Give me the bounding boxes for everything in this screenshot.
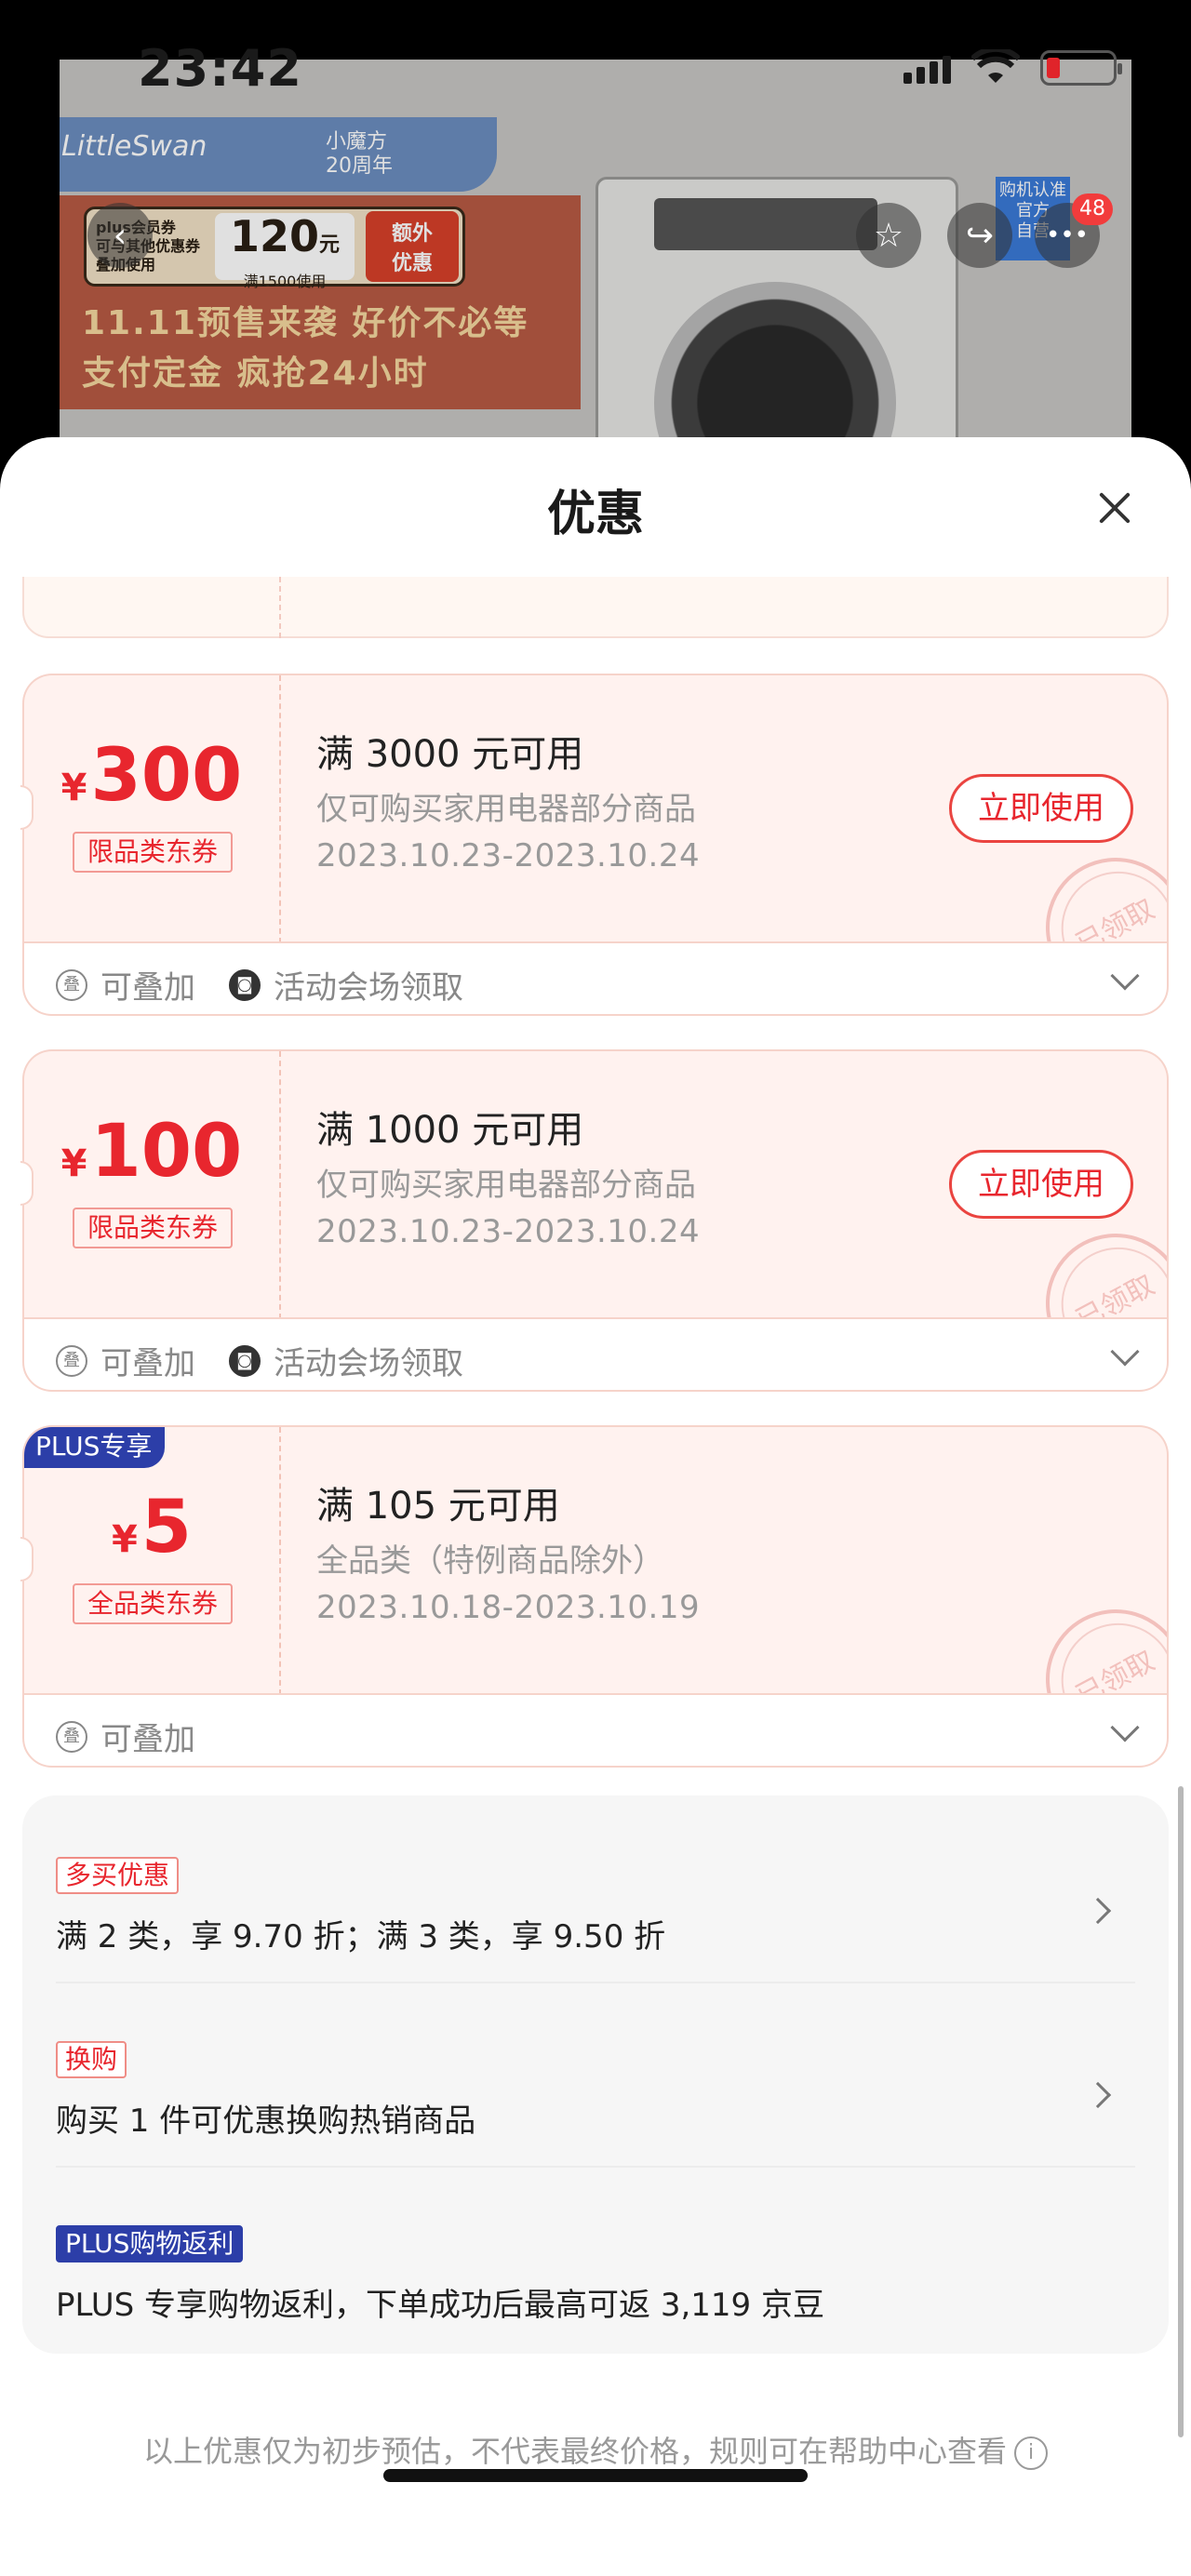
back-button[interactable]: ‹ [87,203,153,268]
chevron-down-icon[interactable] [1110,961,1140,991]
more-dots-icon: ••• [1045,221,1089,249]
stackable-label: 叠可叠加 [56,1714,195,1759]
status-bar-time: 23:42 [138,39,302,98]
back-arrow-icon: ‹ [113,216,127,255]
coupon-card-body: ¥300 限品类东券 满 3000 元可用 仅可购买家用电器部分商品 2023.… [22,674,1169,941]
stack-icon: 叠 [56,1720,87,1753]
battery-low-icon [1040,50,1122,86]
share-icon: ↪ [965,216,995,255]
claimed-stamp: 已领取 [1021,833,1167,941]
disclaimer-text: 以上优惠仅为初步预估，不代表最终价格，规则可在帮助中心查看 i [0,2428,1191,2471]
promotion-tag: 换购 [56,2041,127,2078]
coupon-scope: 全品类（特例商品除外） [316,1542,664,1580]
coupon-condition: 满 105 元可用 [316,1485,560,1528]
source-label: ◙ 活动会场领取 [229,962,463,1008]
promotion-item[interactable]: 换购 购买 1 件可优惠换购热销商品 [56,2041,1135,2141]
promotion-tag: PLUS购物返利 [56,2225,244,2262]
coupon-type-tag: 限品类东券 [73,832,233,873]
chevron-down-icon[interactable] [1110,1337,1140,1367]
coupon-type-tag: 全品类东券 [73,1583,233,1624]
coupon-condition: 满 1000 元可用 [316,1109,584,1152]
wifi-icon [971,49,1020,83]
promotion-item[interactable]: 多买优惠 满 2 类，享 9.70 折；满 3 类，享 9.50 折 [56,1857,1135,1956]
coupon-condition: 满 3000 元可用 [316,733,584,776]
stackable-label: 叠可叠加 [56,962,195,1008]
share-button[interactable]: ↪ [947,203,1012,268]
promotion-text: PLUS 专享购物返利，下单成功后最高可返 3,119 京豆 [56,2287,824,2324]
coupon-card: ¥300 限品类东券 满 3000 元可用 仅可购买家用电器部分商品 2023.… [20,674,1169,1016]
use-now-button[interactable]: 立即使用 [949,774,1133,843]
close-icon[interactable] [1092,486,1137,530]
plus-exclusive-tag: PLUS专享 [24,1427,166,1468]
coupon-valid-dates: 2023.10.18-2023.10.19 [316,1589,701,1626]
promotion-item: PLUS购物返利 PLUS 专享购物返利，下单成功后最高可返 3,119 京豆 [56,2225,1135,2325]
promotion-tag: 多买优惠 [56,1857,180,1894]
coupon-valid-dates: 2023.10.23-2023.10.24 [316,1213,701,1250]
venue-icon: ◙ [229,968,261,1001]
claimed-stamp: 已领取 [1021,1584,1167,1693]
claimed-stamp: 已领取 [1021,1208,1167,1317]
coupon-card-footer[interactable]: 叠可叠加 ◙ 活动会场领取 [22,941,1169,1016]
venue-icon: ◙ [229,1344,261,1377]
coupon-card-partial [22,577,1169,638]
coupon-card-body: PLUS专享 ¥5 全品类东券 满 105 元可用 全品类（特例商品除外） 20… [22,1425,1169,1693]
coupon-card-body: ¥100 限品类东券 满 1000 元可用 仅可购买家用电器部分商品 2023.… [22,1049,1169,1317]
cellular-signal-icon [903,52,951,84]
star-icon: ☆ [873,216,904,255]
stackable-label: 叠可叠加 [56,1338,195,1383]
source-label: ◙ 活动会场领取 [229,1338,463,1383]
coupon-scope: 仅可购买家用电器部分商品 [316,791,696,828]
promotion-text: 满 2 类，享 9.70 折；满 3 类，享 9.50 折 [56,1918,666,1955]
promotion-text: 购买 1 件可优惠换购热销商品 [56,2102,476,2140]
coupon-card-footer[interactable]: 叠可叠加 ◙ 活动会场领取 [22,1317,1169,1392]
use-now-button[interactable]: 立即使用 [949,1150,1133,1219]
favorite-button[interactable]: ☆ [856,203,921,268]
coupon-scope: 仅可购买家用电器部分商品 [316,1167,696,1204]
coupon-type-tag: 限品类东券 [73,1208,233,1248]
coupon-valid-dates: 2023.10.23-2023.10.24 [316,837,701,874]
stack-icon: 叠 [56,968,87,1001]
discount-sheet: 优惠 ¥300 限品类东券 满 3000 元可用 仅可购买家用电器部分商品 20… [0,437,1191,2576]
coupon-amount: ¥300 [60,734,243,818]
coupon-card: PLUS专享 ¥5 全品类东券 满 105 元可用 全品类（特例商品除外） 20… [20,1425,1169,1768]
info-icon[interactable]: i [1014,2436,1048,2470]
coupon-card-footer[interactable]: 叠可叠加 [22,1693,1169,1768]
sheet-title: 优惠 [546,487,644,542]
coupon-card: ¥100 限品类东券 满 1000 元可用 仅可购买家用电器部分商品 2023.… [20,1049,1169,1392]
home-indicator[interactable] [383,2469,808,2482]
message-count-badge: 48 [1072,194,1113,225]
status-bar-icons [903,48,1122,87]
promotion-list: 多买优惠 满 2 类，享 9.70 折；满 3 类，享 9.50 折 换购 购买… [22,1795,1169,2354]
chevron-down-icon[interactable] [1110,1713,1140,1742]
stack-icon: 叠 [56,1344,87,1377]
scrollbar[interactable] [1178,1786,1184,2437]
coupon-amount: ¥100 [60,1110,243,1194]
coupon-amount: ¥5 [111,1486,193,1569]
